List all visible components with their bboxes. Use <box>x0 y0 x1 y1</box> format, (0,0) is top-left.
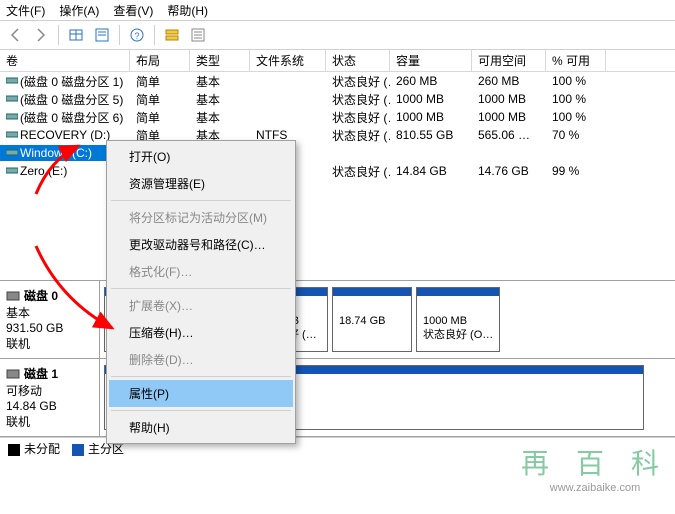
ctx-properties[interactable]: 属性(P) <box>109 380 293 407</box>
legend-unallocated: 未分配 <box>8 440 60 457</box>
col-free[interactable]: 可用空间 <box>472 49 546 72</box>
col-pct[interactable]: % 可用 <box>546 49 606 72</box>
col-fs[interactable]: 文件系统 <box>250 49 326 72</box>
partition-box[interactable]: 18.74 GB <box>332 287 412 352</box>
disk-label[interactable]: 磁盘 1可移动14.84 GB联机 <box>0 359 100 436</box>
disk-row: 磁盘 1可移动14.84 GB联机Zero (E:)14.84 GB NTFS状… <box>0 359 675 437</box>
ctx-mark-active: 将分区标记为活动分区(M) <box>109 204 293 231</box>
svg-text:?: ? <box>134 31 139 41</box>
volume-icon <box>6 128 18 142</box>
disk-label[interactable]: 磁盘 0基本931.50 GB联机 <box>0 281 100 358</box>
disk-icon <box>6 368 20 380</box>
ctx-shrink[interactable]: 压缩卷(H)… <box>109 319 293 346</box>
disk-area: 磁盘 0基本931.50 GB联机RECOVERY (D:)810.55 GB … <box>0 281 675 437</box>
menu-help[interactable]: 帮助(H) <box>167 2 208 18</box>
col-capacity[interactable]: 容量 <box>390 49 472 72</box>
volume-row[interactable]: RECOVERY (D:)简单基本NTFS状态良好 (…810.55 GB565… <box>0 126 675 144</box>
list-icon[interactable] <box>187 24 209 46</box>
properties-icon[interactable] <box>91 24 113 46</box>
volume-icon <box>6 146 18 160</box>
table-view-icon[interactable] <box>65 24 87 46</box>
ctx-open[interactable]: 打开(O) <box>109 143 293 170</box>
volume-icon <box>6 164 18 178</box>
volume-rows: (磁盘 0 磁盘分区 1)简单基本状态良好 (…260 MB260 MB100 … <box>0 72 675 280</box>
menu-file[interactable]: 文件(F) <box>6 2 45 18</box>
volume-icon <box>6 92 18 106</box>
ctx-format: 格式化(F)… <box>109 258 293 285</box>
col-volume[interactable]: 卷 <box>0 49 130 72</box>
partition-box[interactable]: 1000 MB状态良好 (O… <box>416 287 500 352</box>
toolbar: ? <box>0 20 675 50</box>
col-status[interactable]: 状态 <box>326 49 390 72</box>
ctx-delete: 删除卷(D)… <box>109 346 293 373</box>
disk-icon <box>6 290 20 302</box>
menubar: 文件(F) 操作(A) 查看(V) 帮助(H) <box>0 0 675 20</box>
volume-row[interactable]: Windows (C:)简单基本NTFS状态良好 (…100.00 GB7.56… <box>0 144 675 162</box>
volume-row[interactable]: (磁盘 0 磁盘分区 6)简单基本状态良好 (…1000 MB1000 MB10… <box>0 108 675 126</box>
ctx-extend: 扩展卷(X)… <box>109 292 293 319</box>
disk-row: 磁盘 0基本931.50 GB联机RECOVERY (D:)810.55 GB … <box>0 281 675 359</box>
ctx-explorer[interactable]: 资源管理器(E) <box>109 170 293 197</box>
volume-row[interactable]: (磁盘 0 磁盘分区 5)简单基本状态良好 (…1000 MB1000 MB10… <box>0 90 675 108</box>
context-menu: 打开(O) 资源管理器(E) 将分区标记为活动分区(M) 更改驱动器号和路径(C… <box>106 140 296 444</box>
ctx-change-letter[interactable]: 更改驱动器号和路径(C)… <box>109 231 293 258</box>
volume-row[interactable]: Zero (E:)简单基本NTFS状态良好 (…14.84 GB14.76 GB… <box>0 162 675 180</box>
volume-row[interactable]: (磁盘 0 磁盘分区 1)简单基本状态良好 (…260 MB260 MB100 … <box>0 72 675 90</box>
col-type[interactable]: 类型 <box>190 49 250 72</box>
volume-pane: 卷 布局 类型 文件系统 状态 容量 可用空间 % 可用 (磁盘 0 磁盘分区 … <box>0 50 675 281</box>
col-layout[interactable]: 布局 <box>130 49 190 72</box>
menu-action[interactable]: 操作(A) <box>59 2 99 18</box>
help-icon[interactable]: ? <box>126 24 148 46</box>
watermark: 再 百 科 www.zaibaike.com <box>521 442 669 494</box>
ctx-help[interactable]: 帮助(H) <box>109 414 293 441</box>
volume-icon <box>6 74 18 88</box>
back-button[interactable] <box>4 24 26 46</box>
menu-view[interactable]: 查看(V) <box>113 2 153 18</box>
volume-icon <box>6 110 18 124</box>
refresh-icon[interactable] <box>161 24 183 46</box>
volume-header: 卷 布局 类型 文件系统 状态 容量 可用空间 % 可用 <box>0 50 675 72</box>
forward-button[interactable] <box>30 24 52 46</box>
